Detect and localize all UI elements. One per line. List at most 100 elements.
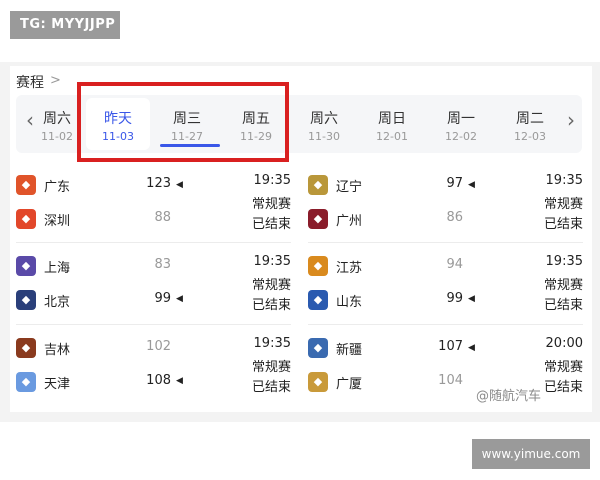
- date-tab-day: 周一: [447, 111, 475, 127]
- row-divider: [308, 324, 583, 325]
- game-type: 常规赛: [543, 360, 583, 375]
- team-score: 94: [446, 257, 463, 272]
- team-row-away: ◆ 广州 86: [308, 209, 463, 229]
- game-status: 已结束: [543, 380, 583, 395]
- game-type: 常规赛: [251, 278, 291, 293]
- team-score: 97: [446, 176, 463, 191]
- date-tab-6[interactable]: 周一 12-02: [429, 98, 493, 150]
- team-score: 102: [146, 339, 171, 354]
- team-logo-icon: ◆: [16, 256, 36, 276]
- team-name: 北京: [44, 295, 71, 310]
- team-logo-icon: ◆: [16, 338, 36, 358]
- team-name: 广东: [44, 180, 71, 195]
- date-tab-day: 周日: [378, 111, 406, 127]
- team-logo-icon: ◆: [308, 209, 328, 229]
- game-status: 已结束: [543, 298, 583, 313]
- highlight-annotation-box: [77, 82, 289, 162]
- date-tab-0[interactable]: 周六 11-02: [22, 98, 78, 150]
- team-score: 104: [438, 373, 463, 388]
- team-score: 86: [446, 210, 463, 225]
- team-name: 广州: [336, 214, 363, 229]
- team-score: 83: [154, 257, 171, 272]
- team-row-home: ◆ 吉林 102: [16, 338, 171, 358]
- team-logo-icon: ◆: [16, 175, 36, 195]
- game-card[interactable]: ◆ 江苏 94 ◀ ◆ 山东 99 19:35 常规赛 已结束: [308, 254, 583, 324]
- team-score: 123: [146, 176, 171, 191]
- game-type: 常规赛: [543, 197, 583, 212]
- winner-marker-icon: ◀: [176, 180, 183, 190]
- game-type: 常规赛: [251, 197, 291, 212]
- team-logo-icon: ◆: [308, 256, 328, 276]
- game-status: 已结束: [543, 217, 583, 232]
- team-name: 天津: [44, 377, 71, 392]
- game-status: 已结束: [251, 298, 291, 313]
- game-time: 19:35: [545, 173, 583, 188]
- team-logo-icon: ◆: [308, 372, 328, 392]
- date-tab-date: 12-02: [445, 130, 477, 143]
- game-time: 20:00: [545, 336, 583, 351]
- team-row-home: ◆ 新疆 107: [308, 338, 463, 358]
- date-tab-day: 周六: [43, 111, 71, 127]
- team-logo-icon: ◆: [16, 290, 36, 310]
- winner-marker-icon: ◀: [468, 180, 475, 190]
- date-tab-4[interactable]: 周六 11-30: [292, 98, 356, 150]
- game-time: 19:35: [545, 254, 583, 269]
- winner-marker-icon: ◀: [176, 294, 183, 304]
- row-divider: [308, 242, 583, 243]
- team-row-home: ◆ 江苏 94: [308, 256, 463, 276]
- winner-marker-icon: ◀: [176, 376, 183, 386]
- winner-marker-icon: ◀: [468, 294, 475, 304]
- team-name: 山东: [336, 295, 363, 310]
- team-row-home: ◆ 广东 123: [16, 175, 171, 195]
- winner-marker-icon: ◀: [468, 343, 475, 353]
- team-row-away: ◆ 广厦 104: [308, 372, 463, 392]
- team-score: 99: [154, 291, 171, 306]
- game-card[interactable]: ◆ 吉林 102 ◀ ◆ 天津 108 19:35 常规赛 已结束: [16, 336, 291, 406]
- team-logo-icon: ◆: [16, 372, 36, 392]
- chevron-right-icon[interactable]: >: [50, 73, 61, 88]
- team-score: 88: [154, 210, 171, 225]
- team-logo-icon: ◆: [308, 338, 328, 358]
- date-tab-date: 12-03: [514, 130, 546, 143]
- chevron-right-icon[interactable]: ›: [561, 108, 581, 132]
- game-type: 常规赛: [251, 360, 291, 375]
- team-name: 上海: [44, 261, 71, 276]
- team-row-away: ◆ 山东 99: [308, 290, 463, 310]
- team-name: 新疆: [336, 343, 363, 358]
- team-name: 吉林: [44, 343, 71, 358]
- game-card[interactable]: ◆ 上海 83 ◀ ◆ 北京 99 19:35 常规赛 已结束: [16, 254, 291, 324]
- team-row-home: ◆ 辽宁 97: [308, 175, 463, 195]
- team-score: 107: [438, 339, 463, 354]
- team-score: 108: [146, 373, 171, 388]
- team-name: 深圳: [44, 214, 71, 229]
- watermark-site: www.yimue.com: [472, 439, 590, 469]
- game-type: 常规赛: [543, 278, 583, 293]
- date-tab-date: 11-30: [308, 130, 340, 143]
- team-row-away: ◆ 天津 108: [16, 372, 171, 392]
- game-card[interactable]: ◆ 广东 123 ◀ ◆ 深圳 88 19:35 常规赛 已结束: [16, 173, 291, 243]
- game-card[interactable]: ◆ 新疆 107 ◀ ◆ 广厦 104 20:00 常规赛 已结束: [308, 336, 583, 406]
- date-tab-5[interactable]: 周日 12-01: [360, 98, 424, 150]
- overlay-badge: TG: MYYJJPP: [10, 11, 120, 39]
- team-logo-icon: ◆: [308, 175, 328, 195]
- game-time: 19:35: [253, 173, 291, 188]
- team-name: 辽宁: [336, 180, 363, 195]
- game-status: 已结束: [251, 217, 291, 232]
- game-status: 已结束: [251, 380, 291, 395]
- game-card[interactable]: ◆ 辽宁 97 ◀ ◆ 广州 86 19:35 常规赛 已结束: [308, 173, 583, 243]
- row-divider: [16, 242, 291, 243]
- schedule-title[interactable]: 赛程: [16, 72, 44, 92]
- team-score: 99: [446, 291, 463, 306]
- team-row-home: ◆ 上海 83: [16, 256, 171, 276]
- team-logo-icon: ◆: [16, 209, 36, 229]
- row-divider: [16, 324, 291, 325]
- team-row-away: ◆ 北京 99: [16, 290, 171, 310]
- team-name: 江苏: [336, 261, 363, 276]
- date-tab-date: 11-02: [41, 130, 73, 143]
- date-tab-day: 周二: [516, 111, 544, 127]
- date-tab-day: 周六: [310, 111, 338, 127]
- team-row-away: ◆ 深圳 88: [16, 209, 171, 229]
- date-tab-7[interactable]: 周二 12-03: [498, 98, 562, 150]
- date-tab-date: 12-01: [376, 130, 408, 143]
- game-time: 19:35: [253, 254, 291, 269]
